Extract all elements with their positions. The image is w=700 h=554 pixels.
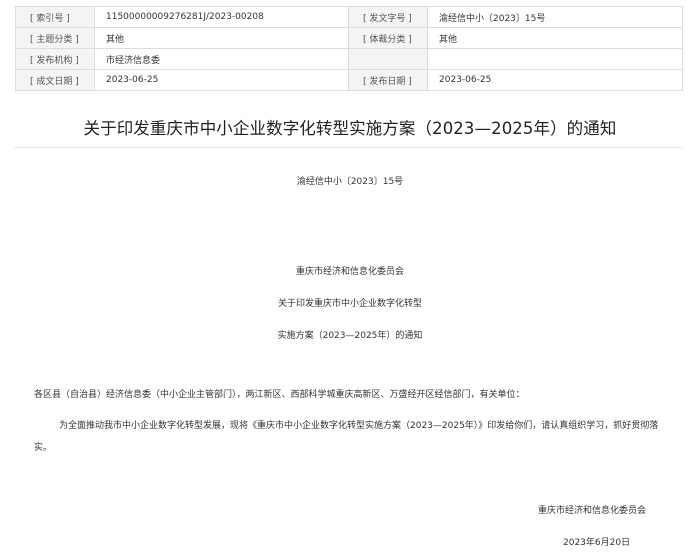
index-number-value: 11500000009276281J/2023-00208 [94, 6, 349, 28]
created-date-value: 2023-06-25 [94, 69, 349, 91]
issuer-name: 重庆市经济和信息化委员会 [295, 267, 404, 277]
empty-cell [348, 48, 428, 70]
created-date-label: [ 成文日期 ] [15, 69, 95, 91]
subject-category-label: [ 主题分类 ] [15, 27, 95, 49]
signature-date: 2023年6月20日 [563, 538, 631, 548]
document-number-value: 渝经信中小〔2023〕15号 [427, 6, 683, 28]
document-number: 渝经信中小〔2023〕15号 [296, 177, 404, 187]
genre-category-label: [ 体裁分类 ] [348, 27, 428, 49]
notice-subtitle-line-1: 关于印发重庆市中小企业数字化转型 [277, 299, 422, 309]
document-number-label: [ 发文字号 ] [348, 6, 428, 28]
metadata-row: [ 发布机构 ] 市经济信息委 [15, 48, 683, 70]
notice-subtitle-line-2: 实施方案（2023—2025年）的通知 [277, 331, 423, 341]
signature: 重庆市经济和信息化委员会 [538, 506, 647, 516]
published-date-value: 2023-06-25 [427, 69, 683, 91]
published-date-label: [ 发布日期 ] [348, 69, 428, 91]
metadata-row: [ 成文日期 ] 2023-06-25 [ 发布日期 ] 2023-06-25 [15, 69, 683, 91]
recipients-paragraph: 各区县（自治县）经济信息委（中小企业主管部门），两江新区、西部科学城重庆高新区、… [34, 390, 525, 400]
empty-cell [427, 48, 683, 70]
issuing-agency-label: [ 发布机构 ] [15, 48, 95, 70]
genre-category-value: 其他 [427, 27, 683, 49]
issuing-agency-value: 市经济信息委 [94, 48, 349, 70]
metadata-table: [ 索引号 ] 11500000009276281J/2023-00208 [ … [15, 6, 683, 91]
document-title: 关于印发重庆市中小企业数字化转型实施方案（2023—2025年）的通知 [83, 119, 617, 138]
title-divider [15, 147, 682, 148]
subject-category-value: 其他 [94, 27, 349, 49]
metadata-row: [ 索引号 ] 11500000009276281J/2023-00208 [ … [15, 6, 683, 28]
index-number-label: [ 索引号 ] [15, 6, 95, 28]
body-paragraph: 为全面推动我市中小企业数字化转型发展，现将《重庆市中小企业数字化转型实施方案（2… [34, 421, 659, 453]
metadata-row: [ 主题分类 ] 其他 [ 体裁分类 ] 其他 [15, 27, 683, 49]
